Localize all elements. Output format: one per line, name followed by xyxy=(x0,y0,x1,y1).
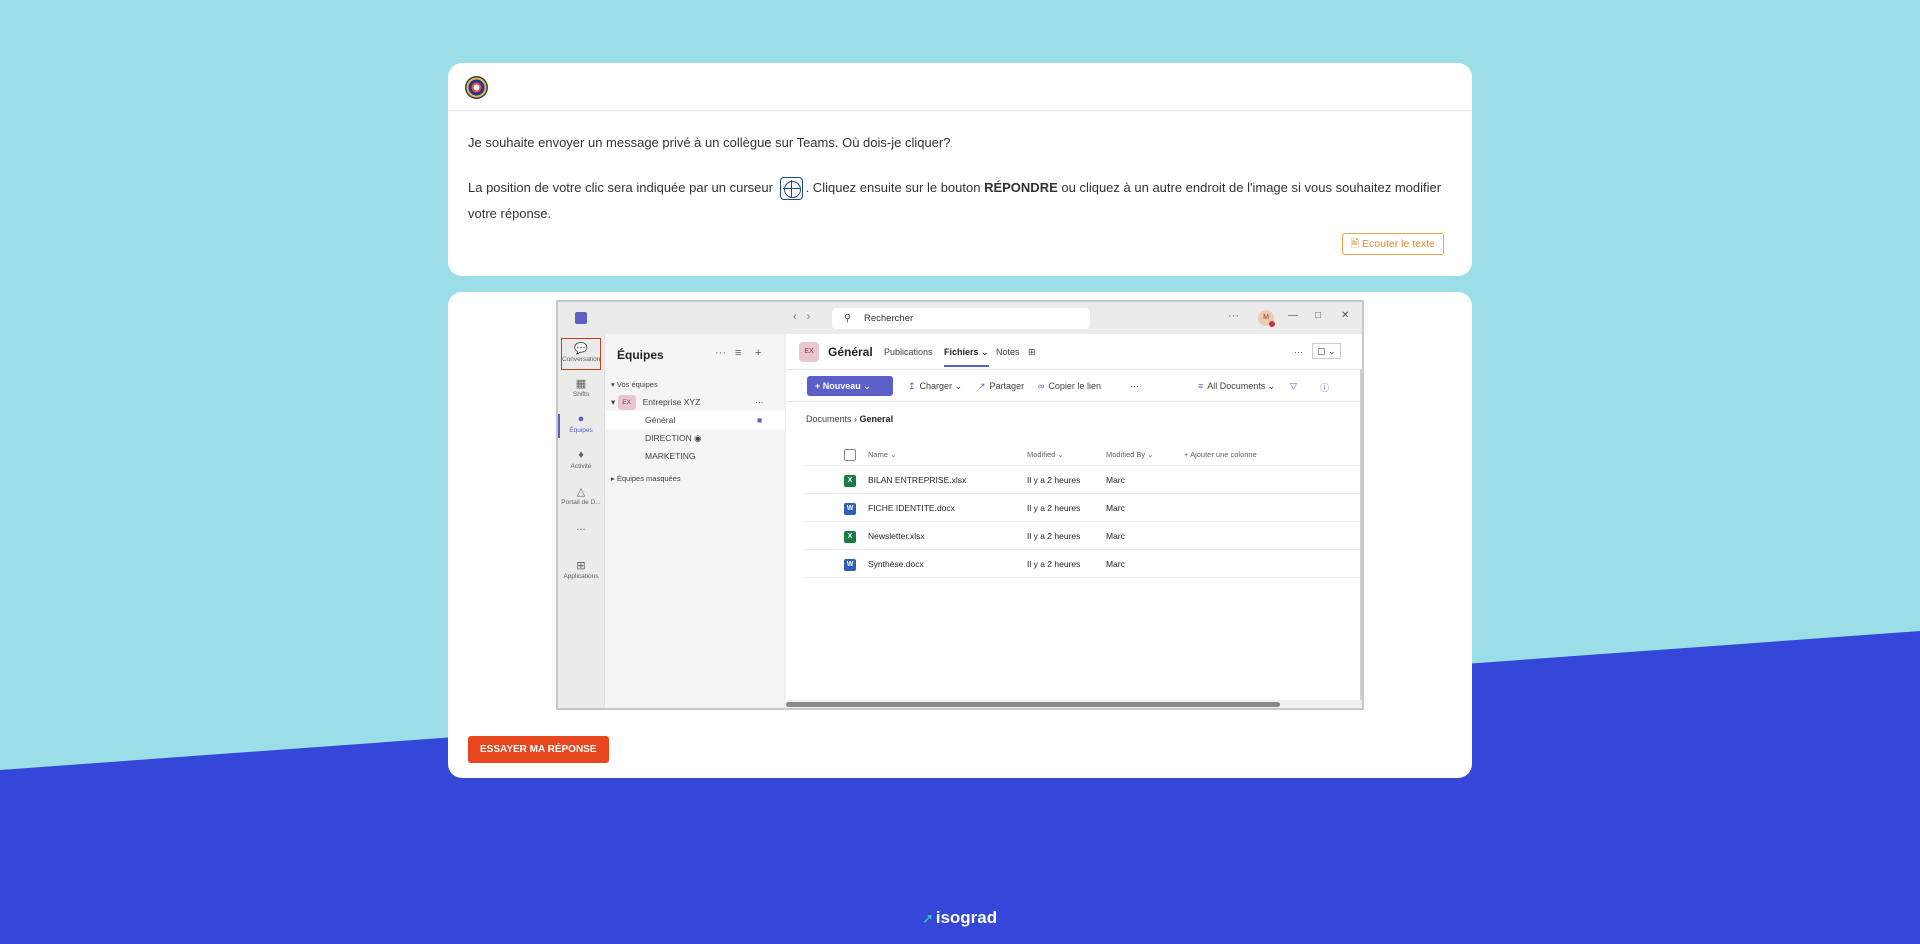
channel-badge: EX xyxy=(799,342,819,362)
your-teams-header[interactable]: ▾ Vos équipes xyxy=(605,376,785,394)
excel-icon: X xyxy=(844,522,856,550)
isograd-logo: ➚ isograd xyxy=(922,908,998,927)
meet-video-button[interactable]: ▢ ⌄ xyxy=(1312,343,1341,359)
teams-titlebar: ‹› ⚲ Rechercher ··· M — □ ✕ xyxy=(558,302,1362,334)
answer-card: ‹› ⚲ Rechercher ··· M — □ ✕ 💬 Conversation… xyxy=(448,292,1472,778)
rail-item-teams[interactable]: ● Équipes xyxy=(558,410,601,442)
files-table: Name ⌄ Modified ⌄ Modified By ⌄ + Ajoute… xyxy=(804,444,1362,578)
video-icon: ■ xyxy=(757,415,763,425)
lock-icon: ◉ xyxy=(694,433,702,443)
channel-header: EX Général Publications Fichiers ⌄ Notes… xyxy=(786,334,1362,370)
tab-publications[interactable]: Publications xyxy=(884,347,933,357)
copy-link-button[interactable]: ∞ Copier le lien xyxy=(1038,381,1101,391)
vertical-scrollbar[interactable] xyxy=(1360,370,1362,700)
upload-button[interactable]: ↥ Charger ⌄ xyxy=(908,381,962,392)
portal-icon: △ xyxy=(576,486,586,498)
channel-direction[interactable]: DIRECTION ◉ xyxy=(605,429,785,447)
add-icon[interactable]: + xyxy=(755,347,761,359)
teams-logo-icon xyxy=(575,312,587,324)
column-modified-by[interactable]: Modified By ⌄ xyxy=(1106,444,1154,466)
table-row[interactable]: X BILAN ENTREPRISE.xlsx Il y a 2 heures … xyxy=(804,466,1362,494)
rail-item-activity[interactable]: ♦ Activité xyxy=(561,446,601,478)
listen-text-button[interactable]: 🗎 Ecouter le texte xyxy=(1341,233,1444,255)
files-toolbar: + Nouveau ⌄ ↥ Charger ⌄ ↗ Partager ∞ Copier… xyxy=(786,370,1362,402)
new-button[interactable]: + Nouveau ⌄ xyxy=(807,376,893,396)
teams-list-title: Équipes xyxy=(617,348,664,362)
word-icon: W xyxy=(844,494,856,522)
tab-notes[interactable]: Notes xyxy=(996,347,1020,357)
more-options-icon[interactable]: ··· xyxy=(1228,310,1239,322)
word-icon: W xyxy=(844,550,856,578)
app-rail: 💬 Conversation ▦ Shifts ● Équipes ♦ Activité… xyxy=(558,334,604,708)
teams-list-panel: Équipes ··· ≡ + ▾ Vos équipes ▾ EX Entrep… xyxy=(604,334,785,708)
channel-main: EX Général Publications Fichiers ⌄ Notes… xyxy=(786,334,1362,708)
nav-arrows-icon[interactable]: ‹› xyxy=(793,311,820,323)
more-options-icon[interactable]: ··· xyxy=(1130,381,1139,391)
apps-icon: ⊞ xyxy=(576,560,586,572)
chat-icon: 💬 xyxy=(574,343,588,355)
horizontal-scrollbar[interactable] xyxy=(786,700,1362,708)
link-icon: ∞ xyxy=(1038,381,1045,391)
breadcrumb-current: General xyxy=(859,414,894,424)
question-text: Je souhaite envoyer un message privé à u… xyxy=(468,135,951,150)
filter-icon[interactable]: ≡ xyxy=(735,347,741,359)
info-icon[interactable]: ⓘ xyxy=(1320,381,1333,394)
question-card: Je souhaite envoyer un message privé à u… xyxy=(448,63,1472,276)
rail-item-apps[interactable]: ⊞ Applications xyxy=(561,556,601,588)
share-button[interactable]: ↗ Partager xyxy=(978,381,1024,392)
more-options-icon[interactable]: ··· xyxy=(1294,347,1303,357)
shifts-icon: ▦ xyxy=(575,378,587,390)
search-input[interactable]: ⚲ Rechercher xyxy=(832,308,1090,329)
table-row[interactable]: W FICHE IDENTITE.docx Il y a 2 heures Ma… xyxy=(804,494,1362,522)
minimize-icon[interactable]: — xyxy=(1288,310,1298,321)
rail-item-portal[interactable]: △ Portail de D... xyxy=(561,482,601,514)
maximize-icon[interactable]: □ xyxy=(1315,310,1321,321)
excel-icon: X xyxy=(844,466,856,494)
table-row[interactable]: W Synthèse.docx Il y a 2 heures Marc xyxy=(804,550,1362,578)
isograd-arrow-icon: ➚ xyxy=(922,910,934,926)
more-icon: ... xyxy=(576,521,586,533)
file-type-icon xyxy=(844,444,856,466)
test-logo-icon xyxy=(465,76,488,99)
channel-title: Général xyxy=(828,345,873,359)
breadcrumb-root[interactable]: Documents xyxy=(806,414,852,424)
team-entreprise-xyz[interactable]: ▾ EX Entreprise XYZ ··· xyxy=(605,393,785,411)
search-icon: ⚲ xyxy=(844,313,852,324)
close-icon[interactable]: ✕ xyxy=(1341,310,1349,321)
team-badge: EX xyxy=(617,395,636,411)
add-column-button[interactable]: + Ajouter une colonne xyxy=(1184,444,1257,466)
channel-general[interactable]: Général ■ xyxy=(605,411,785,429)
share-icon: ↗ xyxy=(978,381,986,391)
instructions: La position de votre clic sera indiquée … xyxy=(468,175,1453,227)
more-options-icon[interactable]: ··· xyxy=(715,347,726,359)
filter-icon[interactable]: ▽ xyxy=(1290,381,1301,392)
rail-item-shifts[interactable]: ▦ Shifts xyxy=(561,374,601,406)
question-header xyxy=(448,63,1472,111)
list-icon: ≡ xyxy=(1198,381,1204,391)
view-selector[interactable]: ≡ All Documents ⌄ xyxy=(1198,381,1275,392)
rail-item-more[interactable]: ... xyxy=(561,518,601,550)
column-name[interactable]: Name ⌄ xyxy=(868,444,896,466)
upload-icon: ↥ xyxy=(908,381,916,391)
teams-icon: ● xyxy=(577,413,585,425)
rail-item-conversation[interactable]: 💬 Conversation xyxy=(561,338,601,370)
teams-screenshot[interactable]: ‹› ⚲ Rechercher ··· M — □ ✕ 💬 Conversation… xyxy=(556,300,1364,710)
avatar[interactable]: M xyxy=(1258,310,1275,327)
breadcrumb: Documents › General xyxy=(806,414,893,424)
bell-icon: ♦ xyxy=(578,449,584,461)
channel-marketing[interactable]: MARKETING xyxy=(605,447,785,465)
table-row[interactable]: X Newsletter.xlsx Il y a 2 heures Marc xyxy=(804,522,1362,550)
column-modified[interactable]: Modified ⌄ xyxy=(1027,444,1064,466)
try-answer-button[interactable]: ESSAYER MA RÉPONSE xyxy=(468,736,609,763)
more-options-icon[interactable]: ··· xyxy=(755,393,764,411)
scrollbar-thumb[interactable] xyxy=(786,702,1280,707)
table-header: Name ⌄ Modified ⌄ Modified By ⌄ + Ajoute… xyxy=(804,444,1362,466)
add-tab-icon[interactable]: ⊞ xyxy=(1028,347,1036,358)
crosshair-cursor-icon xyxy=(779,177,803,201)
hidden-teams[interactable]: ▸ Équipes masquées xyxy=(605,470,785,488)
tab-fichiers[interactable]: Fichiers ⌄ xyxy=(944,347,989,367)
